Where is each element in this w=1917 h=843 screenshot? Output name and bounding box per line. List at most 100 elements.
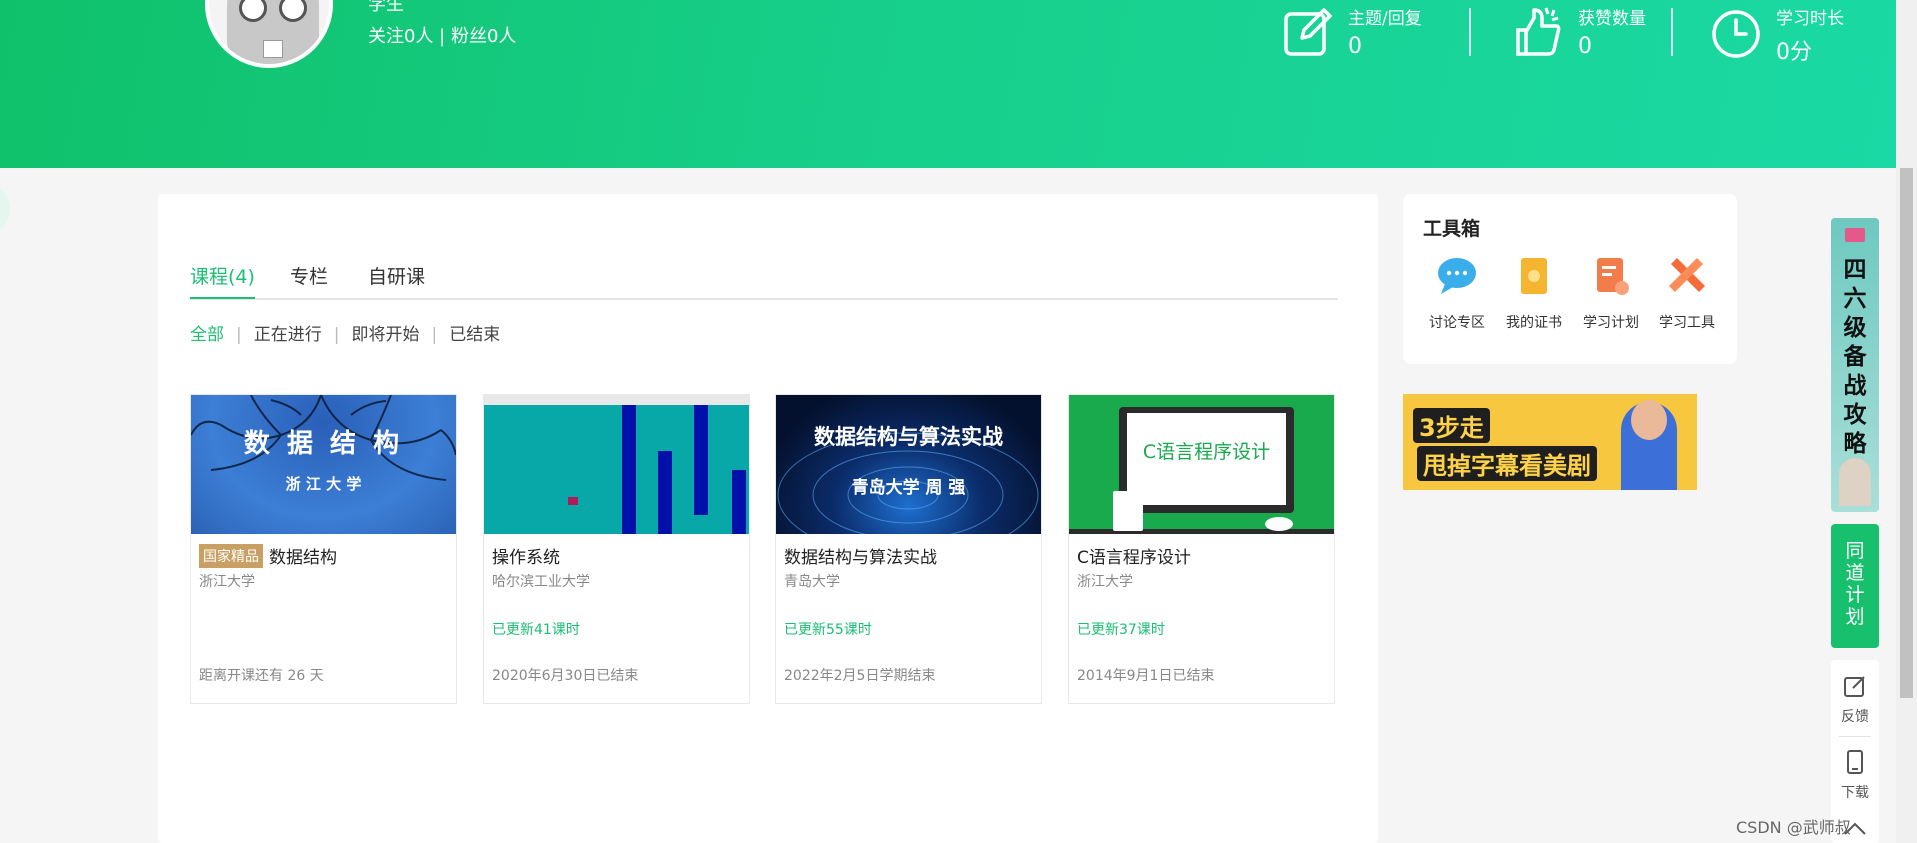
tool-label: 学习计划 — [1583, 315, 1639, 331]
stat-topics-value: 0 — [1348, 34, 1362, 59]
mouse-graphic — [1265, 517, 1293, 531]
cet-guide-button[interactable]: 四六级备战攻略 — [1831, 218, 1879, 512]
filter-ended[interactable]: 已结束 — [449, 320, 500, 345]
profile-header: 学生 关注0人 | 粉丝0人 主题/回复 0 获赞数量 0 学习时长 0分 — [0, 0, 1896, 168]
filter-separator: | — [236, 325, 242, 345]
course-status: 2022年2月5日学期结束 — [784, 668, 936, 684]
thumbnail-title: C语言程序设计 — [1142, 441, 1271, 463]
thumbnail-subtitle: 浙 江 大 学 — [285, 475, 362, 493]
tool-study-plan[interactable]: 学习计划 — [1573, 254, 1649, 332]
mobile-icon — [1847, 750, 1863, 774]
tool-certificate[interactable]: 我的证书 — [1496, 254, 1572, 332]
user-name: 学生 — [368, 0, 404, 15]
tool-label: 学习工具 — [1659, 315, 1715, 331]
course-school: 浙江大学 — [199, 574, 255, 590]
bar-graphic — [694, 405, 708, 515]
filter-ongoing[interactable]: 正在进行 — [254, 320, 322, 345]
stat-likes-label: 获赞数量 — [1578, 9, 1646, 29]
clock-icon — [1712, 10, 1760, 58]
tool-discussion[interactable]: 讨论专区 — [1419, 254, 1495, 332]
feedback-button[interactable]: 反馈 — [1831, 674, 1879, 726]
course-thumbnail: 数据结构与算法实战 青岛大学 周 强 — [776, 395, 1041, 534]
national-quality-badge: 国家精品 — [199, 544, 263, 568]
download-button[interactable]: 下载 — [1831, 750, 1879, 802]
edit-icon — [1284, 8, 1332, 56]
tunnel-graphic — [777, 432, 1039, 534]
course-title: 数据结构与算法实战 — [784, 548, 937, 568]
feedback-icon — [1844, 676, 1865, 697]
banner-line2: 甩掉字幕看美剧 — [1417, 446, 1597, 481]
course-card[interactable]: 操作系统 哈尔滨工业大学 已更新41课时 2020年6月30日已结束 — [483, 394, 750, 704]
course-thumbnail: 数 据 结 构 浙 江 大 学 — [191, 395, 456, 534]
filter-upcoming[interactable]: 即将开始 — [351, 320, 419, 345]
bar-graphic — [732, 470, 746, 534]
course-school: 浙江大学 — [1077, 574, 1133, 590]
course-status: 2014年9月1日已结束 — [1077, 668, 1215, 684]
course-update: 已更新37课时 — [1077, 622, 1165, 638]
course-filter: 全部 | 正在进行 | 即将开始 | 已结束 — [190, 320, 500, 345]
course-school: 青岛大学 — [784, 574, 840, 590]
course-status: 距离开课还有 26 天 — [199, 668, 324, 684]
course-school: 哈尔滨工业大学 — [492, 574, 590, 590]
avatar[interactable] — [205, 0, 333, 68]
follow-counts[interactable]: 关注0人 | 粉丝0人 — [368, 22, 516, 48]
tools-icon — [1669, 258, 1705, 292]
course-title: C语言程序设计 — [1077, 548, 1191, 568]
feedback-label: 反馈 — [1841, 709, 1869, 725]
scrollbar[interactable] — [1896, 0, 1917, 843]
stat-study-time-label: 学习时长 — [1776, 9, 1844, 29]
course-panel: 课程(4) 专栏 自研课 全部 | 正在进行 | 即将开始 | 已结束 数 据 … — [158, 194, 1378, 843]
certificate-icon — [1521, 258, 1547, 294]
thumbnail-subtitle: 青岛大学 周 强 — [851, 478, 966, 498]
watermark: CSDN @武师叔 — [1736, 818, 1851, 837]
scrollbar-thumb[interactable] — [1900, 168, 1913, 698]
toolbox-title: 工具箱 — [1423, 218, 1481, 240]
tab-columns[interactable]: 专栏 — [290, 262, 328, 297]
cup-graphic — [1113, 491, 1143, 531]
book-icon — [1845, 228, 1865, 242]
tab-courses[interactable]: 课程(4) — [190, 262, 255, 299]
side-decoration — [0, 186, 10, 232]
bar-graphic — [622, 405, 636, 534]
bar-graphic — [658, 451, 672, 534]
tree-branches-graphic — [191, 395, 456, 481]
stat-divider — [1671, 8, 1673, 56]
promo-banner[interactable]: 3步走 甩掉字幕看美剧 — [1403, 394, 1697, 490]
tab-self-courses[interactable]: 自研课 — [368, 262, 425, 297]
thumbnail-title: 数据结构与算法实战 — [814, 425, 1003, 449]
teacher-image — [1839, 458, 1871, 506]
course-update: 已更新41课时 — [492, 622, 580, 638]
avatar-tooth — [263, 40, 283, 58]
thumbs-up-icon — [1516, 7, 1561, 56]
presenter-face — [1631, 400, 1667, 440]
course-thumbnail — [484, 395, 749, 534]
study-plan-button[interactable]: 同道计划 — [1831, 524, 1879, 648]
toolbox-panel: 工具箱 讨论专区 我的证书 学习计划 学习工具 — [1403, 194, 1737, 364]
course-card[interactable]: 数据结构与算法实战 青岛大学 周 强 数据结构与算法实战 青岛大学 已更新55课… — [775, 394, 1042, 704]
block-graphic — [568, 497, 578, 505]
course-title: 国家精品 数据结构 — [199, 543, 337, 568]
tab-bar: 课程(4) 专栏 自研课 — [190, 262, 1338, 300]
tool-label: 讨论专区 — [1429, 315, 1485, 331]
stat-likes-value: 0 — [1578, 34, 1592, 59]
filter-all[interactable]: 全部 — [190, 320, 224, 345]
course-card[interactable]: C语言程序设计 C语言程序设计 浙江大学 已更新37课时 2014年9月1日已结… — [1068, 394, 1335, 704]
desk-graphic — [1069, 529, 1334, 534]
course-card[interactable]: 数 据 结 构 浙 江 大 学 国家精品 数据结构 浙江大学 距离开课还有 26 … — [190, 394, 457, 704]
study-plan-label: 同道计划 — [1845, 540, 1865, 628]
tool-learning-tools[interactable]: 学习工具 — [1649, 254, 1725, 332]
course-status: 2020年6月30日已结束 — [492, 668, 639, 684]
thumbnail-title: 数 据 结 构 — [243, 429, 404, 459]
stat-study-time-value: 0分 — [1776, 40, 1812, 65]
cet-guide-label: 四六级备战攻略 — [1843, 257, 1867, 457]
thumbnail-toolbar — [484, 395, 749, 405]
rail-divider — [1839, 736, 1871, 737]
stat-topics-label: 主题/回复 — [1348, 9, 1422, 29]
filter-separator: | — [333, 325, 340, 345]
course-update: 已更新55课时 — [784, 622, 872, 638]
banner-line1: 3步走 — [1413, 408, 1490, 443]
course-title: 操作系统 — [492, 548, 560, 568]
study-plan-icon — [1597, 258, 1629, 295]
download-label: 下载 — [1841, 785, 1869, 801]
tool-label: 我的证书 — [1506, 315, 1562, 331]
